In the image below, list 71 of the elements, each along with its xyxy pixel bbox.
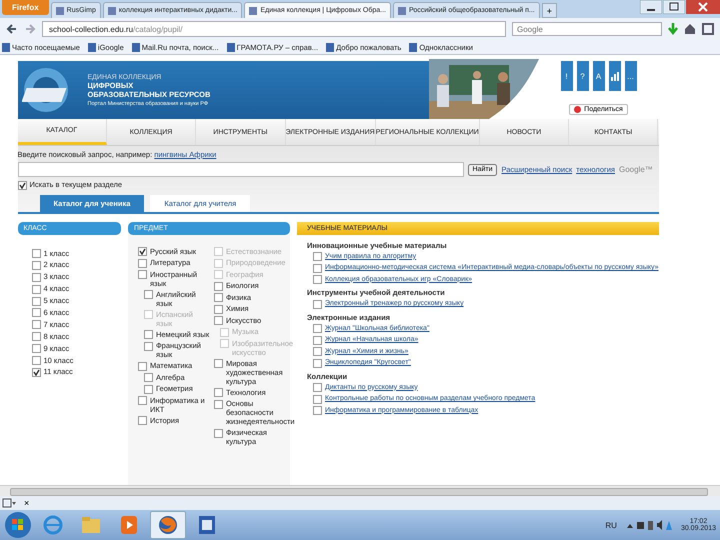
checkbox[interactable] <box>214 293 223 302</box>
folder-icon <box>81 516 101 534</box>
checkbox[interactable] <box>144 373 153 382</box>
checkbox[interactable] <box>312 300 322 308</box>
checkbox[interactable] <box>32 344 40 354</box>
tool-button[interactable]: ? <box>576 61 588 91</box>
checkbox[interactable] <box>32 368 40 377</box>
checkbox[interactable] <box>144 342 153 350</box>
checkbox[interactable] <box>214 400 223 408</box>
checkbox[interactable] <box>138 247 147 256</box>
checkbox[interactable] <box>32 272 40 282</box>
checkbox[interactable] <box>312 406 322 415</box>
checkbox[interactable] <box>214 428 223 438</box>
search-input[interactable] <box>18 162 464 177</box>
language-indicator[interactable]: RU <box>605 520 617 530</box>
address-field[interactable]: school-collection.edu.ru/catalog/pupil/ <box>42 21 506 37</box>
checkbox[interactable] <box>32 284 40 294</box>
close-icon[interactable] <box>686 0 720 14</box>
checkbox[interactable] <box>312 275 322 284</box>
document-icon <box>198 515 216 535</box>
fox-globe-icon <box>158 515 178 535</box>
tool-button[interactable]: A <box>592 61 604 91</box>
checkbox[interactable] <box>312 264 322 272</box>
maximize-icon[interactable] <box>663 0 685 14</box>
tool-button[interactable]: ! <box>560 61 572 91</box>
checkbox[interactable] <box>32 296 40 306</box>
checkbox[interactable] <box>312 252 322 261</box>
forward-icon[interactable] <box>24 23 36 35</box>
checkbox[interactable] <box>32 356 40 366</box>
checkbox[interactable] <box>138 258 147 268</box>
checkbox[interactable] <box>144 330 153 339</box>
download-icon[interactable] <box>668 23 678 35</box>
checkbox[interactable] <box>138 362 147 370</box>
checkbox[interactable] <box>312 394 322 404</box>
checkbox[interactable] <box>214 304 223 314</box>
new-tab-button[interactable]: + <box>542 3 558 18</box>
checkbox[interactable] <box>32 320 40 330</box>
checkbox[interactable] <box>32 260 40 270</box>
checkbox[interactable] <box>138 396 147 405</box>
checkbox[interactable] <box>214 316 223 325</box>
search-field[interactable]: Google <box>512 22 662 36</box>
horizontal-scrollbar[interactable] <box>0 485 720 496</box>
globe-icon <box>43 515 63 535</box>
google-label: Google™ <box>618 165 653 174</box>
checkbox[interactable] <box>144 290 153 299</box>
minimize-icon[interactable] <box>640 0 662 14</box>
checkbox[interactable] <box>312 324 322 333</box>
taskbar-app[interactable] <box>150 511 186 539</box>
close-button[interactable]: × <box>24 498 30 508</box>
checkbox[interactable] <box>32 308 40 318</box>
checkbox[interactable] <box>18 180 26 190</box>
checkbox[interactable] <box>32 249 40 258</box>
tool-button[interactable] <box>608 61 620 91</box>
checkbox[interactable] <box>214 282 223 290</box>
checkbox[interactable] <box>144 384 153 394</box>
checkbox[interactable] <box>138 416 147 425</box>
home-icon[interactable] <box>684 23 696 35</box>
checkbox[interactable] <box>214 388 223 397</box>
tool-button[interactable]: ... <box>624 61 636 91</box>
checkbox[interactable] <box>312 383 322 392</box>
checkbox[interactable] <box>138 270 147 279</box>
play-icon <box>120 515 138 535</box>
back-icon[interactable] <box>6 23 18 35</box>
checkbox[interactable] <box>312 347 322 356</box>
start-button[interactable] <box>4 511 32 539</box>
checkbox[interactable] <box>312 358 322 368</box>
checkbox[interactable] <box>312 336 322 344</box>
checkbox[interactable] <box>32 332 40 342</box>
bars-icon <box>610 72 618 80</box>
tray-icons[interactable] <box>624 519 673 531</box>
checkbox[interactable] <box>214 359 223 368</box>
